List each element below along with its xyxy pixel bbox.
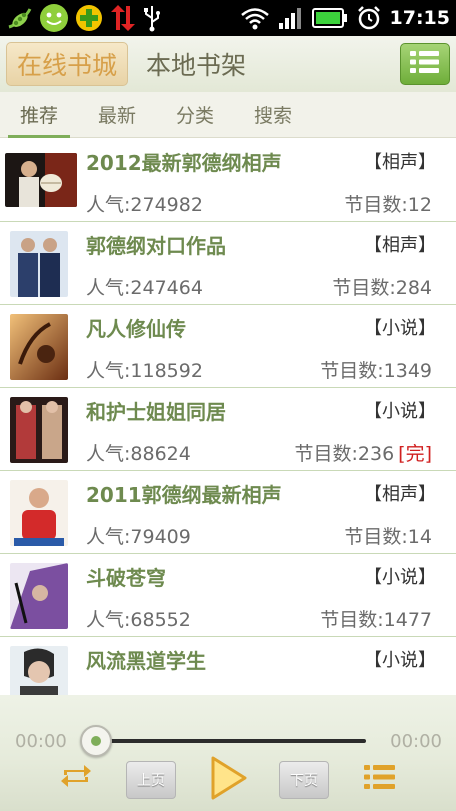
cover-image	[10, 480, 68, 546]
smiley-icon	[38, 3, 70, 33]
episode-count: 节目数:14	[344, 522, 432, 549]
status-bar: 17:15	[0, 0, 456, 36]
category-tag: 【小说】	[364, 650, 436, 671]
tab-search[interactable]: 搜索	[252, 97, 294, 132]
play-button[interactable]	[202, 755, 254, 805]
elapsed-time: 00:00	[15, 731, 67, 752]
episode-count: 节目数:1349	[320, 356, 432, 383]
signal-icon	[278, 6, 304, 30]
list-item[interactable]: 2012最新郭德纲相声 【相声】 人气:274982 节目数:12	[0, 139, 456, 222]
sync-arrows-icon	[108, 4, 138, 32]
episode-count-text: 节目数:1477	[320, 609, 432, 631]
popularity: 人气:79409	[86, 526, 191, 548]
list-item[interactable]: 和护士姐姐同居 【小说】 人气:88624 节目数:236 [完]	[0, 388, 456, 471]
episode-count-text: 节目数:12	[344, 194, 432, 216]
category-tag: 【小说】	[364, 401, 436, 422]
episode-count: 节目数:284	[332, 273, 432, 300]
sub-tabs: 推荐 最新 分类 搜索	[0, 92, 456, 138]
episode-count: 节目数:1477	[320, 605, 432, 632]
popularity: 人气:247464	[86, 277, 203, 299]
item-title: 风流黑道学生	[86, 649, 206, 673]
alarm-icon	[356, 5, 382, 31]
category-tag: 【相声】	[364, 235, 436, 256]
item-title: 和护士姐姐同居	[86, 400, 226, 424]
cover-image	[5, 153, 77, 207]
app-header: 在线书城 本地书架	[0, 36, 456, 92]
cover-image	[10, 231, 68, 297]
tab-latest[interactable]: 最新	[96, 97, 138, 132]
tab-online-store[interactable]: 在线书城	[6, 42, 129, 86]
episode-count-text: 节目数:14	[344, 526, 432, 548]
book-list: 2012最新郭德纲相声 【相声】 人气:274982 节目数:12 郭德纲对口作…	[0, 139, 456, 695]
menu-button[interactable]	[400, 43, 450, 85]
completed-badge: [完]	[398, 443, 432, 465]
clock-time: 17:15	[389, 7, 450, 29]
cover-image	[10, 314, 68, 380]
episode-count: 节目数:12	[344, 190, 432, 217]
list-item[interactable]: 郭德纲对口作品 【相声】 人气:247464 节目数:284	[0, 222, 456, 305]
cover-image	[10, 646, 68, 695]
episode-count-text: 节目数:1349	[320, 360, 432, 382]
item-title: 斗破苍穹	[86, 566, 166, 590]
progress-knob[interactable]	[80, 725, 112, 757]
knob-dot	[91, 736, 101, 746]
category-tag: 【小说】	[364, 318, 436, 339]
cover-image	[10, 563, 68, 629]
total-time: 00:00	[390, 731, 442, 752]
battery-icon	[311, 7, 348, 29]
pea-pod-icon	[6, 5, 34, 31]
cover-image	[10, 397, 68, 463]
playlist-button[interactable]	[360, 763, 400, 795]
play-icon	[205, 754, 251, 806]
episode-count: 节目数:236 [完]	[295, 439, 433, 466]
popularity: 人气:68552	[86, 609, 191, 631]
item-title: 凡人修仙传	[86, 317, 186, 341]
repeat-icon	[58, 761, 94, 795]
player-bar: 00:00 00:00 上页 下页	[0, 695, 456, 811]
tab-local-shelf[interactable]: 本地书架	[136, 42, 256, 86]
item-title: 2012最新郭德纲相声	[86, 151, 282, 175]
usb-icon	[142, 4, 162, 32]
popularity: 人气:88624	[86, 443, 191, 465]
item-title: 2011郭德纲最新相声	[86, 483, 282, 507]
list-item[interactable]: 2011郭德纲最新相声 【相声】 人气:79409 节目数:14	[0, 471, 456, 554]
playlist-icon	[362, 762, 398, 796]
list-item[interactable]: 风流黑道学生 【小说】	[0, 637, 456, 695]
popularity: 人气:274982	[86, 194, 203, 216]
list-icon	[408, 48, 442, 80]
prev-page-button[interactable]: 上页	[126, 761, 176, 799]
item-title: 郭德纲对口作品	[86, 234, 226, 258]
episode-count-text: 节目数:236	[294, 443, 395, 465]
list-item[interactable]: 斗破苍穹 【小说】 人气:68552 节目数:1477	[0, 554, 456, 637]
popularity: 人气:118592	[86, 360, 203, 382]
progress-track[interactable]	[84, 739, 366, 743]
episode-count-text: 节目数:284	[332, 277, 432, 299]
category-tag: 【相声】	[364, 484, 436, 505]
category-tag: 【小说】	[364, 567, 436, 588]
tab-category[interactable]: 分类	[174, 97, 216, 132]
repeat-button[interactable]	[56, 761, 96, 795]
plus-icon	[74, 3, 104, 33]
category-tag: 【相声】	[364, 152, 436, 173]
list-item[interactable]: 凡人修仙传 【小说】 人气:118592 节目数:1349	[0, 305, 456, 388]
tab-recommend[interactable]: 推荐	[7, 97, 71, 138]
wifi-icon	[240, 6, 270, 30]
next-page-button[interactable]: 下页	[279, 761, 329, 799]
